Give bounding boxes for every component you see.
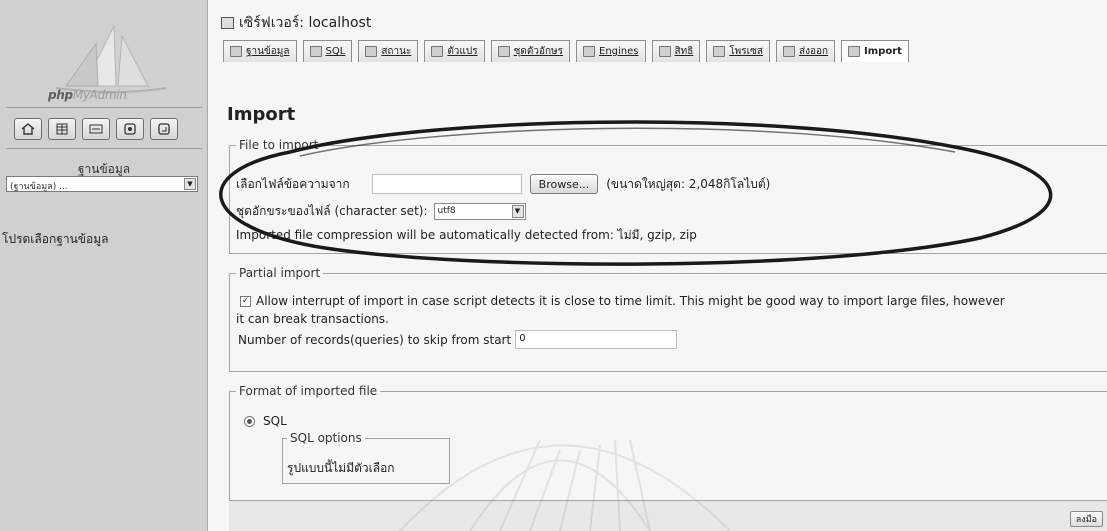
database-select[interactable]: (ฐานข้อมูล) ... ▼	[6, 176, 198, 192]
variables-icon	[431, 46, 444, 57]
fieldset-legend: Partial import	[239, 266, 321, 280]
sql-options-legend: SQL options	[287, 431, 365, 445]
import-icon	[848, 46, 861, 57]
charset-label: ชุดอักขระของไฟล์ (character set):	[236, 204, 428, 218]
file-label: เลือกไฟล์ข้อความจาก	[236, 176, 350, 191]
tab-bar: ฐานข้อมูล SQL สถานะ ตัวแปร ชุดตัวอักษร E…	[223, 40, 909, 62]
max-size-note: (ขนาดใหญ่สุด: 2,048กิโลไบต์)	[606, 176, 771, 191]
file-row: เลือกไฟล์ข้อความจาก Browse... (ขนาดใหญ่ส…	[236, 174, 770, 194]
privileges-icon	[658, 46, 671, 57]
format-sql-option: SQL	[244, 414, 287, 428]
sailboat-logo-icon	[55, 25, 167, 93]
logo-text-myadmin: MyAdmin	[72, 88, 127, 102]
skip-input[interactable]: 0	[515, 330, 678, 349]
tab-label: ชุดตัวอักษร	[513, 46, 564, 57]
page-title: Import	[227, 104, 296, 125]
sql-query-icon[interactable]	[82, 118, 110, 140]
fieldset-legend: File to import	[239, 138, 319, 152]
database-select-value: (ฐานข้อมูล) ...	[10, 182, 68, 192]
divider	[6, 107, 202, 108]
tab-label: โพรเซส	[729, 46, 763, 57]
sql-options-text: รูปแบบนี้ไม่มีตัวเลือก	[287, 461, 395, 475]
skip-label: Number of records(queries) to skip from …	[238, 332, 512, 347]
tab-label: ส่งออก	[798, 46, 829, 57]
sql-options-box: SQL options รูปแบบนี้ไม่มีตัวเลือก	[282, 431, 450, 484]
breadcrumb: เซิร์ฟเวอร์: localhost	[221, 12, 371, 34]
allow-interrupt-row: ✓ Allow interrupt of import in case scri…	[240, 294, 1005, 308]
docs-icon[interactable]	[116, 118, 144, 140]
engines-icon	[583, 46, 596, 57]
database-icon[interactable]	[48, 118, 76, 140]
reload-icon[interactable]	[150, 118, 178, 140]
tab-charsets[interactable]: ชุดตัวอักษร	[490, 40, 571, 62]
tab-import[interactable]: Import	[841, 40, 909, 62]
compression-note: Imported file compression will be automa…	[236, 228, 697, 242]
format-sql-radio[interactable]	[244, 415, 255, 427]
main-frame: เซิร์ฟเวอร์: localhost ฐานข้อมูล SQL สถา…	[209, 0, 1107, 531]
nav-icon-bar	[14, 118, 178, 140]
allow-interrupt-text: Allow interrupt of import in case script…	[256, 294, 1005, 308]
tab-label: Engines	[599, 46, 639, 57]
logo-text-php: php	[48, 88, 73, 102]
database-icon	[230, 46, 242, 57]
tab-label: SQL	[325, 46, 346, 57]
charset-row: ชุดอักขระของไฟล์ (character set): utf8 ▼	[236, 202, 526, 221]
tab-label: สถานะ	[381, 46, 412, 57]
file-path-input[interactable]	[371, 174, 522, 194]
skip-row: Number of records(queries) to skip from …	[238, 330, 678, 349]
format-sql-label: SQL	[263, 414, 287, 428]
tab-databases[interactable]: ฐานข้อมูล	[223, 40, 297, 62]
tab-processes[interactable]: โพรเซส	[706, 40, 770, 62]
tab-engines[interactable]: Engines	[576, 40, 646, 62]
home-icon[interactable]	[14, 118, 42, 140]
go-button[interactable]: ลงมือ	[1069, 511, 1103, 527]
fieldset-legend: Format of imported file	[239, 384, 378, 398]
charset-select[interactable]: utf8 ▼	[433, 203, 526, 220]
tab-privileges[interactable]: สิทธิ	[651, 40, 701, 62]
tab-sql[interactable]: SQL	[302, 40, 353, 62]
divider	[6, 148, 202, 149]
form-footer: ลงมือ	[229, 500, 1107, 531]
browse-button[interactable]: Browse...	[529, 174, 599, 194]
phpmyadmin-logo[interactable]: phpMyAdmin	[26, 8, 176, 104]
import-format-fieldset: Format of imported file SQL SQL options …	[229, 384, 1107, 502]
chevron-down-icon[interactable]: ▼	[184, 178, 196, 190]
tab-label: สิทธิ	[674, 46, 694, 57]
file-to-import-fieldset: File to import เลือกไฟล์ข้อความจาก Brows…	[229, 138, 1107, 254]
status-icon	[365, 46, 378, 57]
navigation-frame: phpMyAdmin ฐานข้อมูล (ฐานข้อมูล) ... ▼ โ…	[0, 0, 208, 531]
tab-export[interactable]: ส่งออก	[775, 40, 836, 62]
charset-value: utf8	[437, 206, 456, 216]
tab-label: ตัวแปร	[447, 46, 478, 57]
tab-status[interactable]: สถานะ	[358, 40, 419, 62]
allow-interrupt-checkbox[interactable]: ✓	[240, 295, 251, 307]
allow-interrupt-text-cont: it can break transactions.	[236, 312, 389, 326]
tab-variables[interactable]: ตัวแปร	[424, 40, 485, 62]
tab-label: Import	[864, 46, 902, 57]
processes-icon	[713, 46, 726, 57]
server-icon	[221, 17, 234, 29]
charset-icon	[497, 46, 510, 57]
sql-icon	[309, 46, 322, 57]
chevron-down-icon[interactable]: ▼	[511, 205, 524, 218]
export-icon	[782, 46, 795, 57]
partial-import-fieldset: Partial import ✓ Allow interrupt of impo…	[229, 266, 1107, 372]
choose-database-hint: โปรดเลือกฐานข้อมูล	[2, 232, 109, 246]
tab-label: ฐานข้อมูล	[246, 46, 290, 57]
server-label[interactable]: เซิร์ฟเวอร์: localhost	[239, 12, 371, 34]
